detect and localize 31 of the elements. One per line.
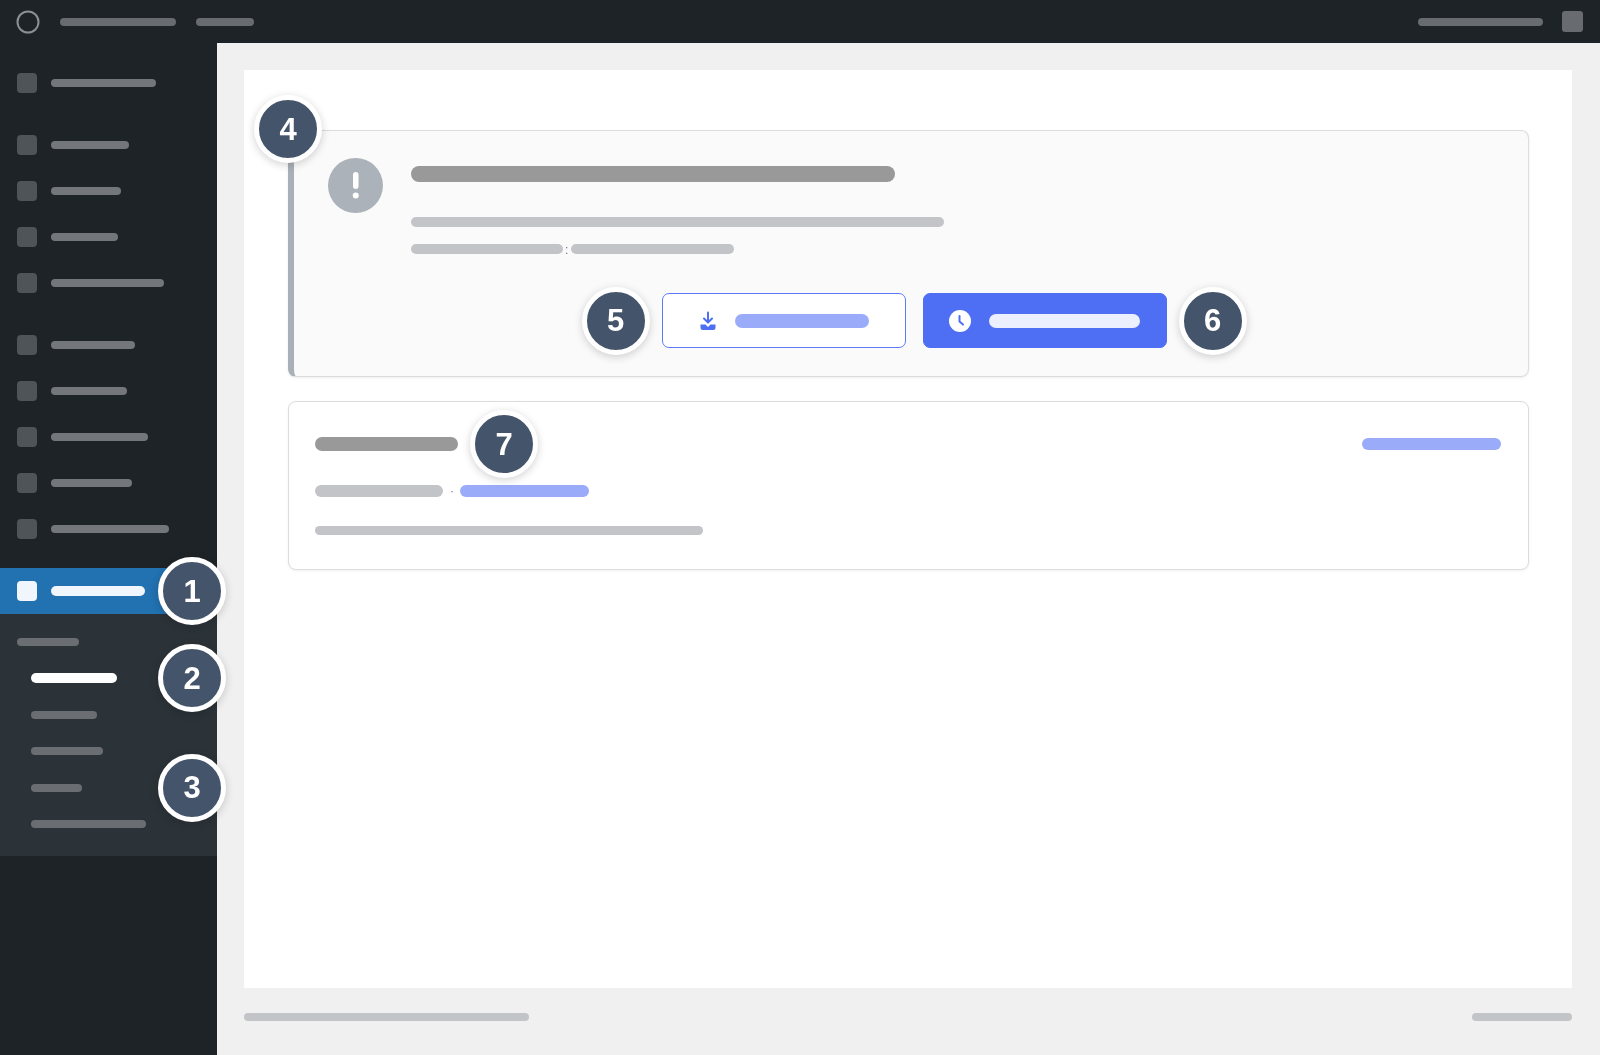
square-icon (17, 581, 37, 601)
account-placeholder[interactable] (1418, 17, 1543, 26)
callout-number: 2 (158, 644, 226, 713)
square-icon (17, 181, 37, 201)
square-icon (17, 73, 37, 93)
alert-icon (328, 158, 383, 213)
square-icon (17, 335, 37, 355)
heading-placeholder (17, 638, 79, 646)
square-icon (17, 473, 37, 493)
menu-placeholder[interactable] (196, 17, 254, 26)
square-icon (17, 381, 37, 401)
submenu-item[interactable] (31, 673, 117, 684)
square-icon (17, 427, 37, 447)
download-icon (698, 310, 717, 331)
menu-placeholder[interactable] (60, 17, 176, 26)
square-icon (17, 135, 37, 155)
text-placeholder (51, 187, 121, 195)
primary-button[interactable] (922, 293, 1167, 348)
callout-number: 3 (158, 753, 226, 822)
clock-icon (949, 309, 971, 332)
separator: : (565, 245, 569, 255)
callout-number: 1 (158, 557, 226, 625)
square-icon (17, 273, 37, 293)
square-icon (17, 227, 37, 247)
callout-number: 6 (1178, 286, 1247, 355)
text-placeholder (51, 233, 118, 241)
square-icon (17, 519, 37, 539)
separator: · (450, 486, 454, 496)
secondary-button[interactable] (661, 293, 906, 348)
callout-number: 5 (581, 286, 650, 355)
ring-icon[interactable] (16, 9, 40, 34)
